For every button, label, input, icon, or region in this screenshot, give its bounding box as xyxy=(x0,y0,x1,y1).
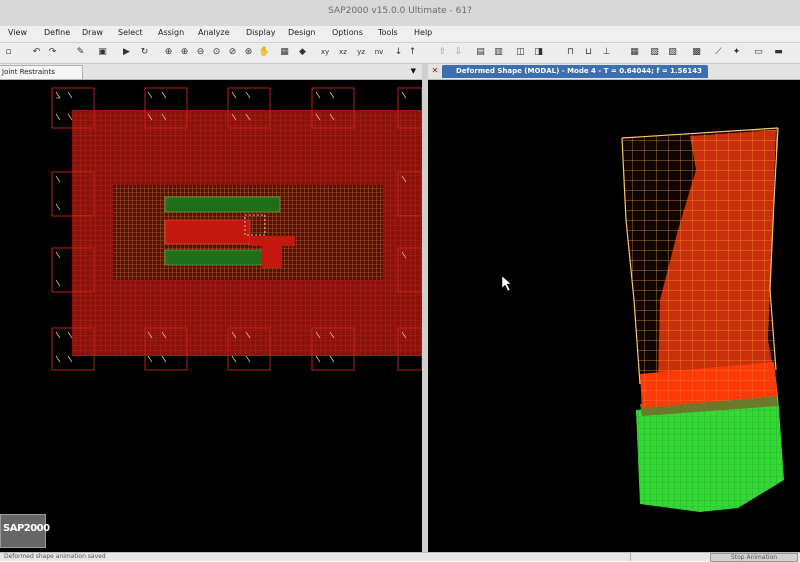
joint-icon[interactable]: ⊥ xyxy=(600,46,613,59)
move-up-icon[interactable]: ↑ xyxy=(406,46,419,59)
3d-view-icon[interactable]: ▦ xyxy=(278,46,291,59)
menu-view[interactable]: View xyxy=(8,28,27,37)
toolbar: ▫ ↶ ↷ ✎ ▣ ▶ ↻ ⊕ ⊕ ⊖ ⊙ ⊘ ⊛ ✋ ▦ ◆ xy xz yz… xyxy=(0,43,800,64)
shell-icon[interactable]: ⊔ xyxy=(582,46,595,59)
grid-icon[interactable]: ▩ xyxy=(690,46,703,59)
deformed-shape-view[interactable] xyxy=(428,80,800,552)
menu-help[interactable]: Help xyxy=(414,28,432,37)
lock-icon[interactable]: ▣ xyxy=(96,46,109,59)
frame-icon[interactable]: ⊓ xyxy=(564,46,577,59)
menu-design[interactable]: Design xyxy=(288,28,316,37)
tower-frame xyxy=(621,127,779,385)
sap2000-logo: SAP2000 xyxy=(0,514,50,548)
right-window-header: ✕ Deformed Shape (MODAL) - Mode 4 - T = … xyxy=(428,64,800,80)
pan-icon[interactable]: ✋ xyxy=(258,46,271,59)
zoom-window-icon[interactable]: ⊕ xyxy=(162,46,175,59)
perspective-icon[interactable]: ◆ xyxy=(296,46,309,59)
area-icon[interactable]: ▬ xyxy=(772,46,785,59)
plan-view[interactable] xyxy=(0,80,423,552)
left-window-title[interactable]: Joint Restraints xyxy=(0,65,83,80)
left-window-header: Joint Restraints ▼ xyxy=(0,64,422,80)
menu-analyze[interactable]: Analyze xyxy=(198,28,230,37)
menu-display[interactable]: Display xyxy=(246,28,276,37)
menu-draw[interactable]: Draw xyxy=(82,28,103,37)
undo-icon[interactable]: ↶ xyxy=(30,46,43,59)
zoom-step-icon[interactable]: ⊛ xyxy=(242,46,255,59)
right-window-title[interactable]: Deformed Shape (MODAL) - Mode 4 - T = 0.… xyxy=(442,65,709,78)
deformed-shape-canvas[interactable] xyxy=(428,80,800,552)
show-undeformed-icon[interactable]: ◫ xyxy=(514,46,527,59)
menu-tools[interactable]: Tools xyxy=(378,28,398,37)
core-area xyxy=(113,185,383,280)
stop-animation-button[interactable]: Stop Animation xyxy=(710,553,798,562)
display-options-icon[interactable]: ▤ xyxy=(474,46,487,59)
zoom-previous-icon[interactable]: ⊘ xyxy=(226,46,239,59)
mouse-cursor-icon xyxy=(501,275,512,292)
nv-view-button[interactable]: nv xyxy=(372,46,386,59)
menu-bar: View Define Draw Select Assign Analyze D… xyxy=(0,26,800,43)
zoom-out-icon[interactable]: ⊖ xyxy=(194,46,207,59)
rotate-3d-icon[interactable]: ↻ xyxy=(138,46,151,59)
xz-view-button[interactable]: xz xyxy=(336,46,350,59)
plan-view-canvas[interactable] xyxy=(0,80,423,552)
zoom-in-icon[interactable]: ⊕ xyxy=(178,46,191,59)
move-down-icon[interactable]: ↓ xyxy=(392,46,405,59)
design-icon[interactable]: ▨ xyxy=(666,46,679,59)
window-menu-icon[interactable]: ▼ xyxy=(411,64,416,79)
menu-define[interactable]: Define xyxy=(44,28,70,37)
chart-icon[interactable]: ▧ xyxy=(648,46,661,59)
refresh-window-icon[interactable]: ▥ xyxy=(492,46,505,59)
arrow-up-icon[interactable]: ⇧ xyxy=(436,46,449,59)
menu-assign[interactable]: Assign xyxy=(158,28,184,37)
section-icon[interactable]: ▭ xyxy=(752,46,765,59)
logo-text: SAP2000 xyxy=(3,523,50,534)
window-title: SAP2000 v15.0.0 Ultimate - 61? xyxy=(328,6,472,16)
xy-view-button[interactable]: xy xyxy=(318,46,332,59)
zoom-full-icon[interactable]: ⊙ xyxy=(210,46,223,59)
pencil-icon[interactable]: ✎ xyxy=(74,46,87,59)
podium xyxy=(636,392,784,512)
title-bar: SAP2000 v15.0.0 Ultimate - 61? xyxy=(0,0,800,26)
table-icon[interactable]: ▦ xyxy=(628,46,641,59)
draw-line-icon[interactable]: ⟋ xyxy=(712,46,725,59)
close-window-icon[interactable]: ✕ xyxy=(430,65,440,77)
new-model-icon[interactable]: ▫ xyxy=(2,46,15,59)
show-deformed-icon[interactable]: ◨ xyxy=(532,46,545,59)
menu-select[interactable]: Select xyxy=(118,28,143,37)
menu-options[interactable]: Options xyxy=(332,28,363,37)
yz-view-button[interactable]: yz xyxy=(354,46,368,59)
arrow-down-icon[interactable]: ⇩ xyxy=(452,46,465,59)
run-analysis-icon[interactable]: ▶ xyxy=(120,46,133,59)
redo-icon[interactable]: ↷ xyxy=(46,46,59,59)
assign-icon[interactable]: ✦ xyxy=(730,46,743,59)
